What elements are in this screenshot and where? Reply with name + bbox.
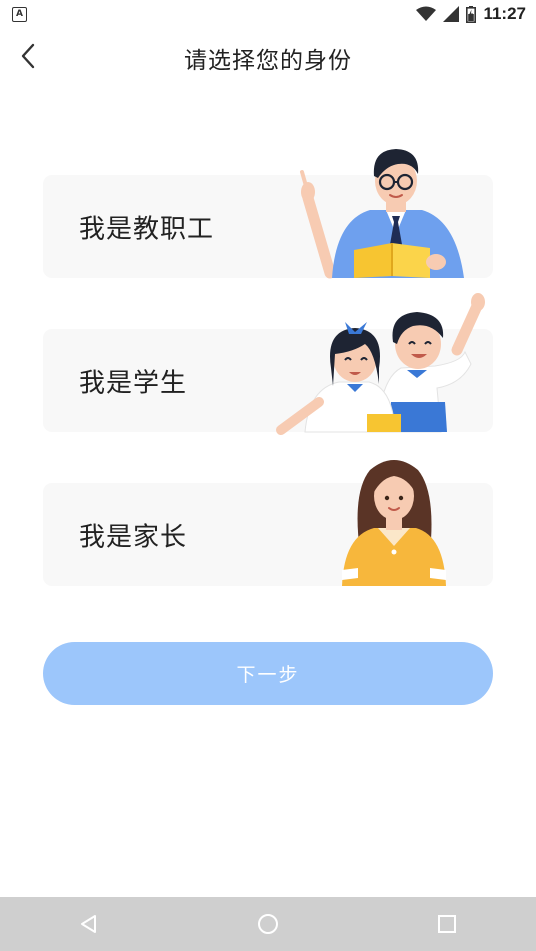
status-right: 11:27 [416, 4, 526, 24]
back-triangle-icon [81, 915, 97, 933]
a-icon: A [12, 6, 27, 22]
nav-recents-button[interactable] [427, 904, 467, 944]
status-time: 11:27 [483, 4, 526, 23]
next-button[interactable]: 下一步 [43, 642, 493, 705]
battery-icon [466, 5, 477, 23]
students-illustration [276, 293, 485, 435]
header: 请选择您的身份 [0, 28, 536, 84]
page-title: 请选择您的身份 [184, 48, 352, 74]
role-card-parent[interactable]: 我是家长 [43, 460, 493, 586]
parent-illustration [342, 460, 446, 586]
cellular-signal-icon [443, 6, 460, 22]
home-circle-icon [257, 914, 278, 934]
nav-home-button[interactable] [248, 904, 288, 944]
teacher-illustration [300, 149, 464, 279]
screen: A 11:27 请选择您的身份 我是教职工 我是学生 我是家长 下一步 [0, 0, 536, 951]
status-left: A [12, 6, 27, 22]
status-bar: A 11:27 [0, 0, 536, 28]
next-button-label: 下一步 [236, 664, 300, 686]
role-card-student[interactable]: 我是学生 [43, 293, 493, 435]
system-nav-bar [0, 897, 536, 951]
wifi-icon [416, 6, 437, 21]
nav-back-button[interactable] [69, 904, 109, 944]
role-card-staff[interactable]: 我是教职工 [43, 149, 493, 279]
recents-square-icon [437, 915, 456, 933]
role-label-staff: 我是教职工 [79, 214, 215, 244]
role-label-parent: 我是家长 [79, 522, 188, 552]
role-label-student: 我是学生 [79, 368, 188, 398]
